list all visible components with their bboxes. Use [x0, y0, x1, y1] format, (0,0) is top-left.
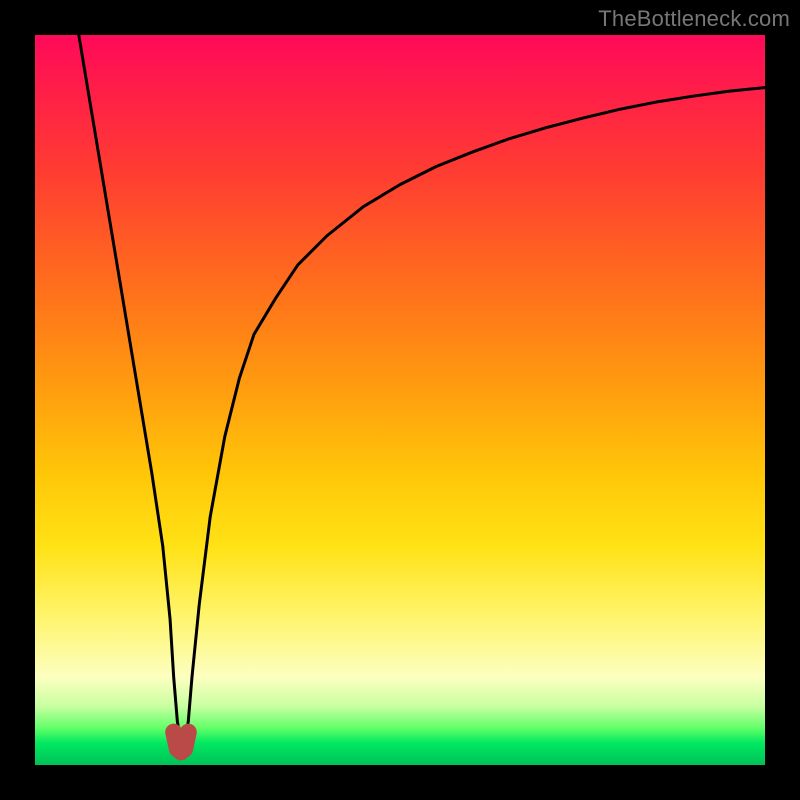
chart-frame: TheBottleneck.com: [0, 0, 800, 800]
curve-layer: [35, 35, 765, 765]
bottleneck-curve: [79, 35, 765, 743]
watermark-text: TheBottleneck.com: [598, 6, 790, 32]
plot-area: [35, 35, 765, 765]
min-marker: [174, 732, 189, 752]
